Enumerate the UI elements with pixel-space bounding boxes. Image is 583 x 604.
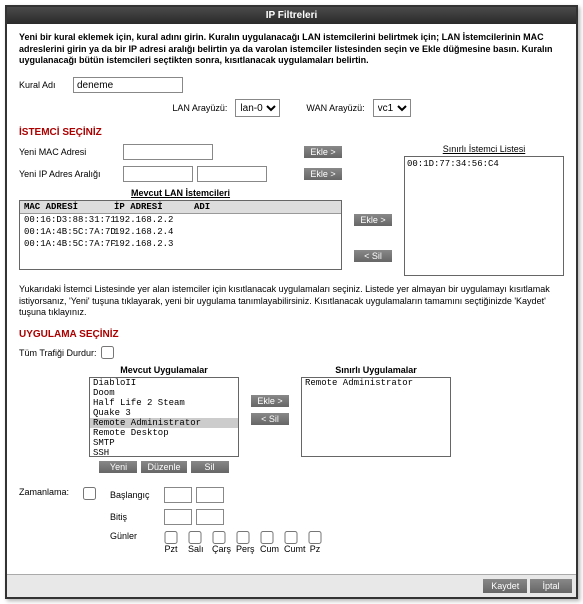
day-checkbox[interactable] — [212, 531, 226, 544]
day-checkbox[interactable] — [308, 531, 322, 544]
add-mac-button[interactable]: Ekle > — [304, 146, 342, 158]
list-item[interactable]: Doom — [90, 388, 238, 398]
schedule-checkbox[interactable] — [83, 487, 96, 500]
restricted-clients-title: Sınırlı İstemci Listesi — [404, 144, 564, 154]
new-app-button[interactable]: Yeni — [99, 461, 137, 473]
new-ip-start-input[interactable] — [123, 166, 193, 182]
rule-name-label: Kural Adı — [19, 80, 69, 90]
remove-app-button[interactable]: < Sil — [251, 413, 289, 425]
window-title: IP Filtreleri — [7, 7, 576, 24]
restricted-apps-list[interactable]: Remote Administrator — [301, 377, 451, 457]
end-label: Bitiş — [110, 512, 160, 522]
start-label: Başlangıç — [110, 490, 160, 500]
day-label: Cum — [260, 544, 274, 554]
new-mac-input[interactable] — [123, 144, 213, 160]
day-label: Pz — [308, 544, 322, 554]
save-button[interactable]: Kaydet — [483, 579, 527, 593]
section-select-client: İSTEMCİ SEÇİNİZ — [19, 127, 564, 138]
lan-iface-label: LAN Arayüzü: — [172, 103, 227, 113]
day-label: Çarş — [212, 544, 226, 554]
day-label: Pzt — [164, 544, 178, 554]
apps-title: Mevcut Uygulamalar — [89, 365, 239, 375]
new-mac-label: Yeni MAC Adresi — [19, 147, 119, 157]
intro-text: Yeni bir kural eklemek için, kural adını… — [19, 32, 564, 67]
app-desc-text: Yukarıdaki İstemci Listesinde yer alan i… — [19, 284, 564, 319]
day-label: Salı — [188, 544, 202, 554]
days-label: Günler — [110, 531, 160, 541]
list-item[interactable]: SSH — [90, 448, 238, 457]
add-client-button[interactable]: Ekle > — [354, 214, 392, 226]
end-hour-input[interactable] — [164, 509, 192, 525]
day-checkbox[interactable] — [236, 531, 250, 544]
edit-app-button[interactable]: Düzenle — [141, 461, 186, 473]
list-item[interactable]: Remote Administrator — [90, 418, 238, 428]
cancel-button[interactable]: İptal — [530, 579, 572, 593]
block-all-label: Tüm Trafiği Durdur: — [19, 348, 97, 358]
lan-clients-title: Mevcut LAN İstemcileri — [19, 188, 342, 198]
start-hour-input[interactable] — [164, 487, 192, 503]
list-item[interactable]: Remote Desktop — [90, 428, 238, 438]
day-checkbox[interactable] — [164, 531, 178, 544]
list-item[interactable]: DiabloII — [90, 378, 238, 388]
table-row[interactable]: 00:16:D3:88:31:71192.168.2.2 — [20, 214, 341, 226]
end-min-input[interactable] — [196, 509, 224, 525]
add-ip-button[interactable]: Ekle > — [304, 168, 342, 180]
new-ip-end-input[interactable] — [197, 166, 267, 182]
day-checkbox[interactable] — [260, 531, 274, 544]
section-select-app: UYGULAMA SEÇİNİZ — [19, 329, 564, 340]
restricted-apps-title: Sınırlı Uygulamalar — [301, 365, 451, 375]
wan-iface-label: WAN Arayüzü: — [306, 103, 364, 113]
new-ip-label: Yeni IP Adres Aralığı — [19, 169, 119, 179]
wan-iface-select[interactable]: vc1 — [373, 99, 411, 117]
apps-list[interactable]: DiabloIIDoomHalf Life 2 SteamQuake 3Remo… — [89, 377, 239, 457]
table-row[interactable]: 00:1A:4B:5C:7A:7D192.168.2.4 — [20, 226, 341, 238]
col-ip-header: İP ADRESİ — [110, 201, 190, 213]
day-checkbox[interactable] — [284, 531, 298, 544]
schedule-label: Zamanlama: — [19, 487, 79, 497]
day-label: Cumt — [284, 544, 298, 554]
col-name-header: ADI — [190, 201, 230, 213]
block-all-checkbox[interactable] — [101, 346, 114, 359]
list-item[interactable]: Quake 3 — [90, 408, 238, 418]
col-mac-header: MAC ADRESİ — [20, 201, 110, 213]
list-item[interactable]: SMTP — [90, 438, 238, 448]
list-item[interactable]: Half Life 2 Steam — [90, 398, 238, 408]
day-checkbox[interactable] — [188, 531, 202, 544]
restricted-clients-list[interactable]: 00:1D:77:34:56:C4 — [404, 156, 564, 276]
list-item[interactable]: 00:1D:77:34:56:C4 — [407, 159, 561, 169]
table-row[interactable]: 00:1A:4B:5C:7A:7F192.168.2.3 — [20, 238, 341, 250]
list-item[interactable]: Remote Administrator — [302, 378, 450, 388]
rule-name-input[interactable] — [73, 77, 183, 93]
del-app-button[interactable]: Sil — [191, 461, 229, 473]
add-app-button[interactable]: Ekle > — [251, 395, 289, 407]
day-label: Perş — [236, 544, 250, 554]
lan-clients-list[interactable]: MAC ADRESİ İP ADRESİ ADI 00:16:D3:88:31:… — [19, 200, 342, 270]
start-min-input[interactable] — [196, 487, 224, 503]
lan-iface-select[interactable]: lan-0 — [235, 99, 280, 117]
remove-client-button[interactable]: < Sil — [354, 250, 392, 262]
